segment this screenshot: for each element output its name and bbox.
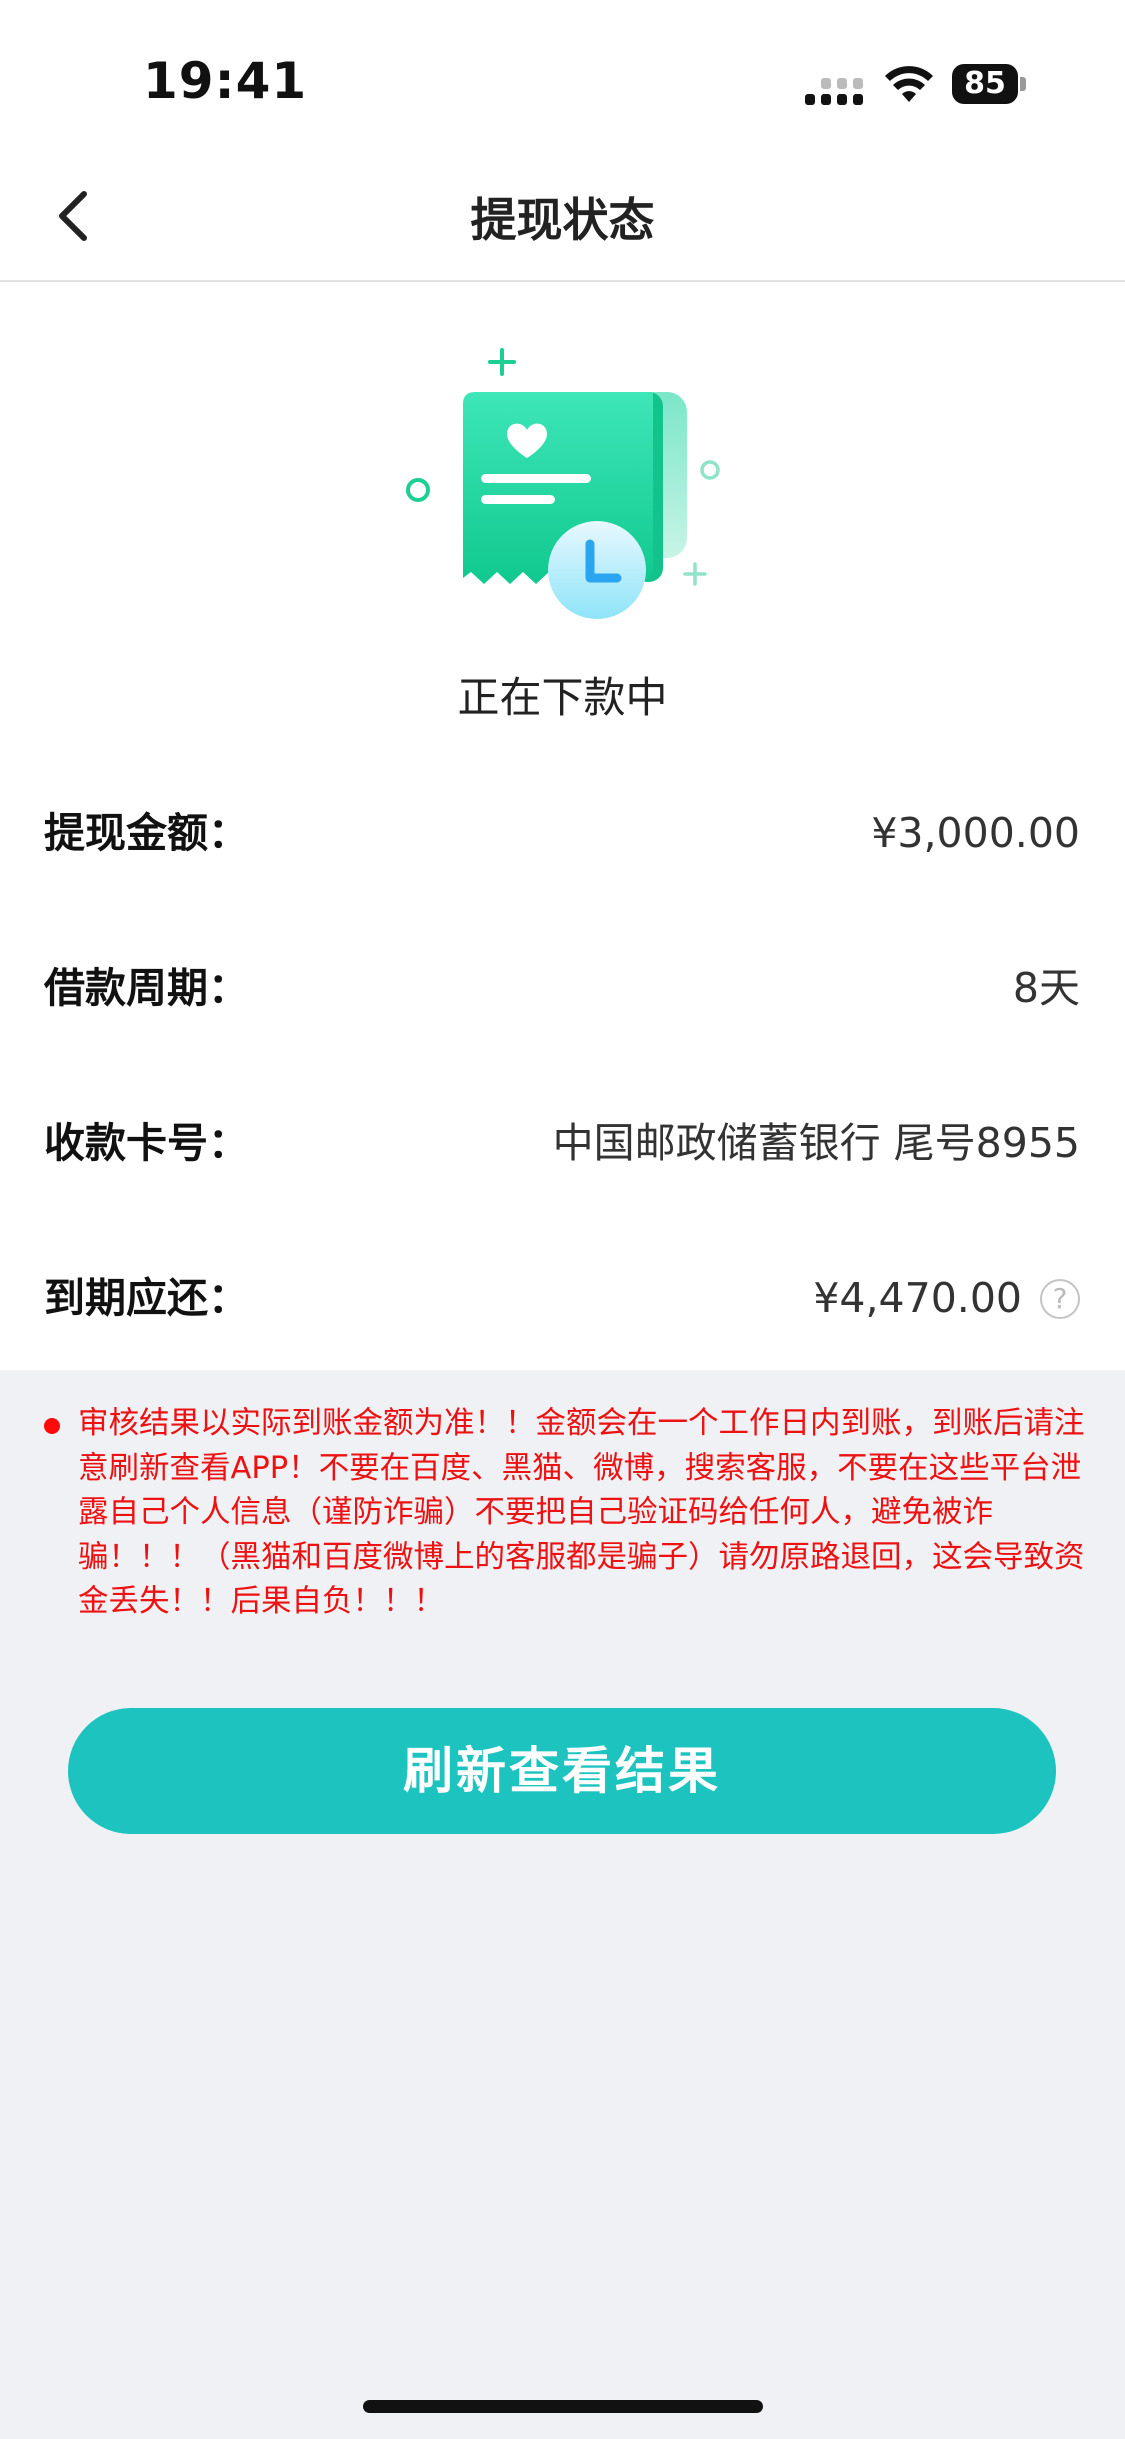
notice-text: 审核结果以实际到账金额为准！！金额会在一个工作日内到账，到账后请注意刷新查看AP… [78,1406,1085,1619]
page-title: 提现状态 [470,193,655,247]
battery-icon: 85 [952,64,1028,104]
receiving-card-row: 收款卡号： 中国邮政储蓄银行 尾号8955 [44,1108,1080,1178]
loan-period-label: 借款周期： [44,964,249,1012]
withdrawal-status-card: 正在下款中 提现金额： ¥3,000.00 借款周期： 8天 收款卡号： 中国邮… [0,282,1125,1370]
loan-period-value: 8天 [1012,964,1080,1012]
status-bar: 19:41 85 [0,0,1125,150]
wifi-icon [885,66,933,102]
withdrawal-amount-value: ¥3,000.00 [871,809,1080,857]
withdrawal-amount-row: 提现金额： ¥3,000.00 [44,798,1080,868]
cellular-signal-icon [805,78,863,105]
receiving-card-value: 中国邮政储蓄银行 尾号8955 [552,1119,1080,1167]
due-amount-row: 到期应还： ¥4,470.00 ? [44,1263,1080,1333]
battery-level: 85 [964,66,1006,101]
due-amount-label: 到期应还： [44,1274,249,1322]
due-amount-value: ¥4,470.00 [813,1274,1022,1322]
home-indicator [363,2400,763,2413]
navigation-bar: 提现状态 [0,150,1125,282]
status-time: 19:41 [143,52,308,110]
withdrawal-amount-label: 提现金额： [44,809,249,857]
receiving-card-label: 收款卡号： [44,1119,249,1167]
bullet-dot-icon [44,1418,60,1434]
help-icon[interactable]: ? [1040,1279,1080,1319]
loan-period-row: 借款周期： 8天 [44,953,1080,1023]
receipt-clock-icon [406,348,720,619]
status-text: 正在下款中 [457,673,668,722]
refresh-result-button[interactable]: 刷新查看结果 [68,1708,1056,1834]
